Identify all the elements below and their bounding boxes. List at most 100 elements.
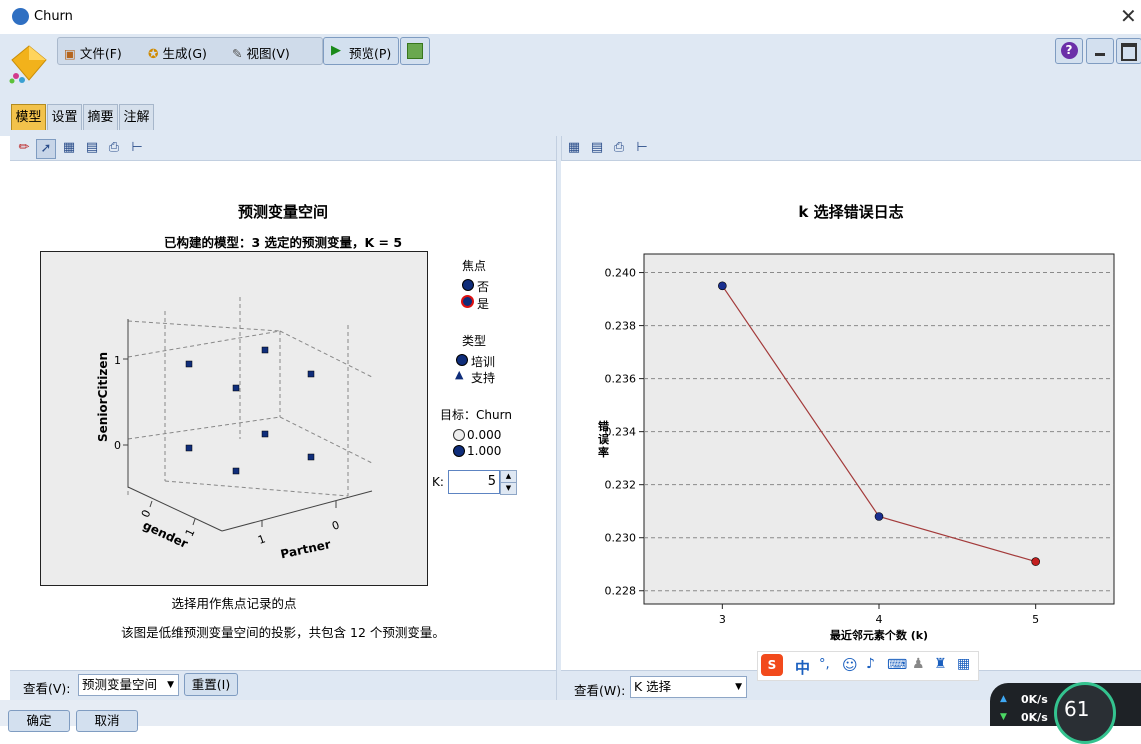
ime-lang[interactable]: 中 bbox=[795, 657, 810, 678]
focus-no-marker bbox=[462, 279, 474, 291]
predictor-point[interactable] bbox=[307, 370, 315, 378]
download-speed: 0K/s bbox=[1021, 711, 1048, 724]
legend-focus-no: 否 bbox=[477, 280, 490, 294]
focus-yes-marker bbox=[461, 295, 474, 308]
tree-icon[interactable]: ⊢ bbox=[633, 139, 651, 157]
y-axis-label: 错误率 bbox=[598, 419, 610, 459]
chart-title: k 选择错误日志 bbox=[798, 203, 904, 221]
copy-data-icon[interactable]: ▤ bbox=[588, 139, 606, 157]
maximize-button[interactable] bbox=[1116, 38, 1141, 64]
z-tick-0: 0 bbox=[114, 439, 121, 452]
data-point-k4[interactable] bbox=[874, 512, 884, 521]
emoji-icon[interactable]: ☺ bbox=[842, 656, 858, 674]
minimize-icon bbox=[1095, 53, 1105, 56]
legend-type-title: 类型 bbox=[462, 334, 487, 348]
predictor-point[interactable] bbox=[261, 346, 269, 354]
upload-arrow-icon: ▲ bbox=[1000, 694, 1007, 704]
y-tick-label: 0.240 bbox=[605, 267, 637, 280]
type-train-marker bbox=[456, 354, 468, 366]
chevron-down-icon: ▼ bbox=[167, 680, 174, 690]
toolbox-icon[interactable]: ▦ bbox=[957, 656, 970, 672]
predictor-point[interactable] bbox=[185, 360, 193, 368]
print-icon[interactable]: ⎙ bbox=[610, 139, 628, 157]
y-tick-label: 0.230 bbox=[605, 532, 637, 545]
reset-button[interactable]: 重置(I) bbox=[184, 673, 238, 696]
predictor-point[interactable] bbox=[261, 430, 269, 438]
microphone-icon[interactable]: ♪ bbox=[866, 656, 875, 672]
generate-icon: ✪ bbox=[148, 46, 159, 61]
chevron-down-icon: ▼ bbox=[735, 682, 742, 692]
predictor-point[interactable] bbox=[185, 444, 193, 452]
legend-focus-title: 焦点 bbox=[462, 259, 487, 273]
menu-view[interactable]: ✎ 视图(V) bbox=[232, 43, 290, 62]
help-icon: ? bbox=[1060, 42, 1078, 59]
predictor-point[interactable] bbox=[307, 453, 315, 461]
title-bar bbox=[0, 0, 1141, 34]
legend-target-1: 1.000 bbox=[467, 444, 502, 458]
file-icon: ▣ bbox=[64, 46, 76, 61]
menu-file[interactable]: ▣ 文件(F) bbox=[64, 43, 122, 62]
tab-model[interactable]: 模型 bbox=[11, 104, 46, 130]
cpu-percent: 61 bbox=[1064, 697, 1090, 721]
ok-button[interactable]: 确定 bbox=[8, 710, 70, 732]
predictor-space-title: 预测变量空间 bbox=[237, 203, 328, 221]
k-down-icon[interactable]: ▼ bbox=[500, 482, 517, 495]
user-icon[interactable]: ♟ bbox=[912, 656, 925, 672]
sogou-icon[interactable]: S bbox=[761, 654, 783, 676]
data-point-k3[interactable] bbox=[718, 281, 727, 291]
legend-target-title: 目标：Churn bbox=[440, 408, 512, 422]
z-tick-1: 1 bbox=[114, 354, 121, 367]
x-tick-label: 5 bbox=[1032, 613, 1039, 626]
cancel-button[interactable]: 取消 bbox=[76, 710, 138, 732]
minimize-button[interactable] bbox=[1086, 38, 1114, 64]
y-tick-label: 0.228 bbox=[605, 585, 637, 598]
maximize-icon bbox=[1121, 43, 1137, 61]
legend-target-0: 0.000 bbox=[467, 428, 502, 442]
caption-projection: 该图是低维预测变量空间的投影，共包含 12 个预测变量。 bbox=[121, 625, 445, 640]
paintbrush-icon[interactable]: ✏ bbox=[15, 139, 33, 157]
model-nugget-icon bbox=[9, 45, 47, 84]
app-icon bbox=[12, 8, 29, 25]
pointer-icon[interactable]: ➚ bbox=[36, 139, 56, 159]
export-button[interactable] bbox=[400, 37, 430, 65]
tab-annotation[interactable]: 注解 bbox=[119, 104, 154, 130]
predictor-space-plot[interactable]: SeniorCitizen 1 0 0 1 gender 1 0 Partner bbox=[40, 251, 428, 586]
predictor-point[interactable] bbox=[232, 384, 240, 392]
view-select[interactable]: K 选择 ▼ bbox=[630, 676, 747, 698]
play-icon: ▶ bbox=[331, 43, 341, 58]
legend-focus-yes: 是 bbox=[477, 297, 490, 311]
tree-icon[interactable]: ⊢ bbox=[128, 139, 146, 157]
copy-chart-icon[interactable]: ▦ bbox=[565, 139, 583, 157]
k-value: 5 bbox=[487, 474, 496, 489]
y-tick-label: 0.236 bbox=[605, 373, 637, 386]
k-selection-chart[interactable]: 0.2400.2380.2360.2340.2320.2300.228 345 … bbox=[561, 240, 1141, 650]
copy-chart-icon[interactable]: ▦ bbox=[60, 139, 78, 157]
caption-select-focus: 选择用作焦点记录的点 bbox=[171, 596, 297, 611]
keyboard-icon[interactable]: ⌨ bbox=[887, 657, 907, 673]
x-tick-label: 3 bbox=[719, 613, 726, 626]
skin-icon[interactable]: ♜ bbox=[934, 656, 947, 672]
close-icon[interactable]: ✕ bbox=[1120, 4, 1137, 28]
target-0-marker bbox=[453, 429, 465, 441]
x-tick-label: 4 bbox=[876, 613, 883, 626]
y-tick-label: 0.238 bbox=[605, 320, 637, 333]
data-point-k5[interactable] bbox=[1031, 557, 1040, 566]
legend-type-holdout: 支持 bbox=[471, 371, 496, 385]
tab-summary[interactable]: 摘要 bbox=[83, 104, 118, 130]
menu-generate[interactable]: ✪ 生成(G) bbox=[148, 43, 207, 62]
punctuation-icon[interactable]: °, bbox=[819, 657, 830, 672]
help-button[interactable]: ? bbox=[1055, 38, 1083, 64]
predictor-point[interactable] bbox=[232, 467, 240, 475]
print-icon[interactable]: ⎙ bbox=[105, 139, 123, 157]
x-axis-label: 最近邻元素个数 (k) bbox=[830, 628, 928, 642]
dialog-button-bar bbox=[0, 700, 1141, 726]
y-tick-label: 0.232 bbox=[605, 479, 637, 492]
tab-settings[interactable]: 设置 bbox=[47, 104, 82, 130]
view-select[interactable]: 预测变量空间 ▼ bbox=[78, 674, 179, 696]
legend-type-train: 培训 bbox=[471, 355, 496, 369]
copy-data-icon[interactable]: ▤ bbox=[83, 139, 101, 157]
download-arrow-icon: ▼ bbox=[1000, 712, 1007, 722]
window-title: Churn bbox=[34, 9, 73, 24]
predictor-space-subtitle: 已构建的模型：3 选定的预测变量，K = 5 bbox=[163, 235, 403, 250]
brush-icon: ✎ bbox=[232, 46, 243, 61]
